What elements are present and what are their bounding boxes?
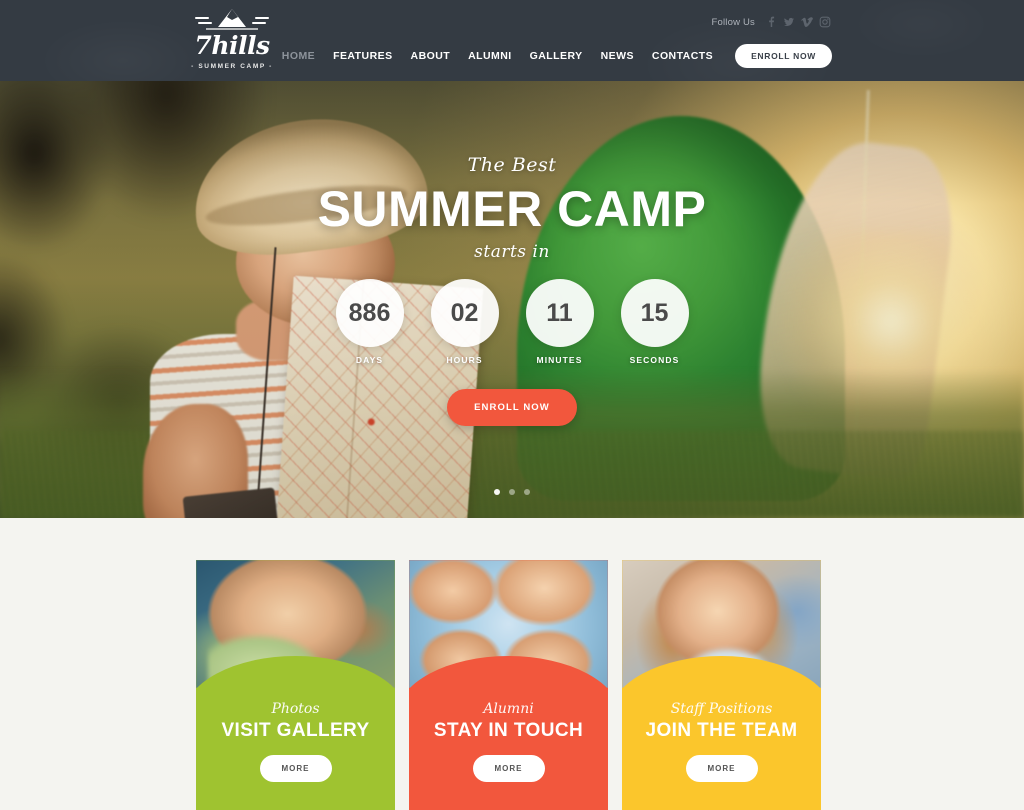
- logo-wordmark: 7hills: [194, 31, 270, 60]
- social-links: [764, 15, 832, 29]
- nav-item-about[interactable]: ABOUT: [411, 50, 451, 62]
- site-logo[interactable]: 7hills - SUMMER CAMP -: [186, 6, 278, 70]
- follow-us-block: Follow Us: [711, 15, 832, 29]
- promo-card-staff-title: JOIN THE TEAM: [645, 720, 798, 741]
- header-enroll-now-button[interactable]: ENROLL NOW: [735, 44, 832, 68]
- countdown-days-label: DAYS: [355, 355, 384, 365]
- countdown-days: 886 DAYS: [331, 279, 409, 365]
- promo-card-gallery-body: Photos VISIT GALLERY MORE: [196, 684, 395, 810]
- countdown-seconds-label: SECONDS: [629, 355, 680, 365]
- mountain-peak-icon: [195, 9, 269, 30]
- countdown-hours: 02 HOURS: [426, 279, 504, 365]
- hero-content: The Best SUMMER CAMP starts in 886 DAYS …: [0, 81, 1024, 426]
- nav-item-alumni[interactable]: ALUMNI: [468, 50, 512, 62]
- nav-item-contacts[interactable]: CONTACTS: [652, 50, 713, 62]
- promo-card-staff-body: Staff Positions JOIN THE TEAM MORE: [622, 684, 821, 810]
- slider-dot-2[interactable]: [509, 489, 515, 495]
- promo-card-staff-more-button[interactable]: MORE: [685, 755, 758, 782]
- follow-us-label: Follow Us: [711, 16, 755, 28]
- promo-card-alumni-title: STAY IN TOUCH: [433, 720, 584, 741]
- promo-card-staff[interactable]: Staff Positions JOIN THE TEAM MORE: [622, 560, 821, 810]
- hero-slider: The Best SUMMER CAMP starts in 886 DAYS …: [0, 81, 1024, 518]
- instagram-icon[interactable]: [818, 15, 832, 29]
- promo-card-gallery-script: Photos: [271, 701, 320, 717]
- nav-item-news[interactable]: NEWS: [601, 50, 634, 62]
- nav-item-features[interactable]: FEATURES: [333, 50, 392, 62]
- promo-card-alumni-script: Alumni: [483, 701, 534, 717]
- hero-subtitle: starts in: [474, 242, 550, 262]
- hero-title: SUMMER CAMP: [317, 181, 707, 237]
- site-header: 7hills - SUMMER CAMP - Follow Us HOME FE…: [0, 0, 1024, 81]
- hero-enroll-now-button[interactable]: ENROLL NOW: [447, 389, 577, 426]
- slider-pagination: [0, 489, 1024, 495]
- promo-cards: Photos VISIT GALLERY MORE Alumni STAY IN…: [196, 560, 821, 810]
- countdown-seconds: 15 SECONDS: [616, 279, 694, 365]
- promo-card-gallery[interactable]: Photos VISIT GALLERY MORE: [196, 560, 395, 810]
- countdown-days-value: 886: [335, 279, 404, 347]
- countdown-minutes: 11 MINUTES: [521, 279, 599, 365]
- hero-eyebrow: The Best: [467, 154, 557, 176]
- nav-item-home[interactable]: HOME: [282, 50, 315, 62]
- countdown-hours-value: 02: [430, 279, 499, 347]
- facebook-icon[interactable]: [764, 15, 778, 29]
- promo-card-gallery-more-button[interactable]: MORE: [259, 755, 332, 782]
- twitter-icon[interactable]: [782, 15, 796, 29]
- countdown-minutes-label: MINUTES: [536, 355, 583, 365]
- countdown-timer: 886 DAYS 02 HOURS 11 MINUTES 15 SECONDS: [0, 279, 1024, 365]
- promo-card-gallery-title: VISIT GALLERY: [221, 720, 370, 741]
- promo-card-staff-script: Staff Positions: [670, 701, 773, 717]
- logo-subtitle: - SUMMER CAMP -: [191, 63, 273, 70]
- countdown-seconds-value: 15: [620, 279, 689, 347]
- nav-item-gallery[interactable]: GALLERY: [530, 50, 583, 62]
- slider-dot-1[interactable]: [494, 489, 500, 495]
- slider-dot-3[interactable]: [524, 489, 530, 495]
- countdown-hours-label: HOURS: [446, 355, 483, 365]
- countdown-minutes-value: 11: [525, 279, 594, 347]
- promo-card-alumni-more-button[interactable]: MORE: [472, 755, 545, 782]
- promo-card-alumni-body: Alumni STAY IN TOUCH MORE: [409, 684, 608, 810]
- promo-card-alumni[interactable]: Alumni STAY IN TOUCH MORE: [409, 560, 608, 810]
- vimeo-icon[interactable]: [800, 15, 814, 29]
- main-navigation: HOME FEATURES ABOUT ALUMNI GALLERY NEWS …: [282, 44, 832, 68]
- promo-cards-section: Photos VISIT GALLERY MORE Alumni STAY IN…: [0, 518, 1024, 810]
